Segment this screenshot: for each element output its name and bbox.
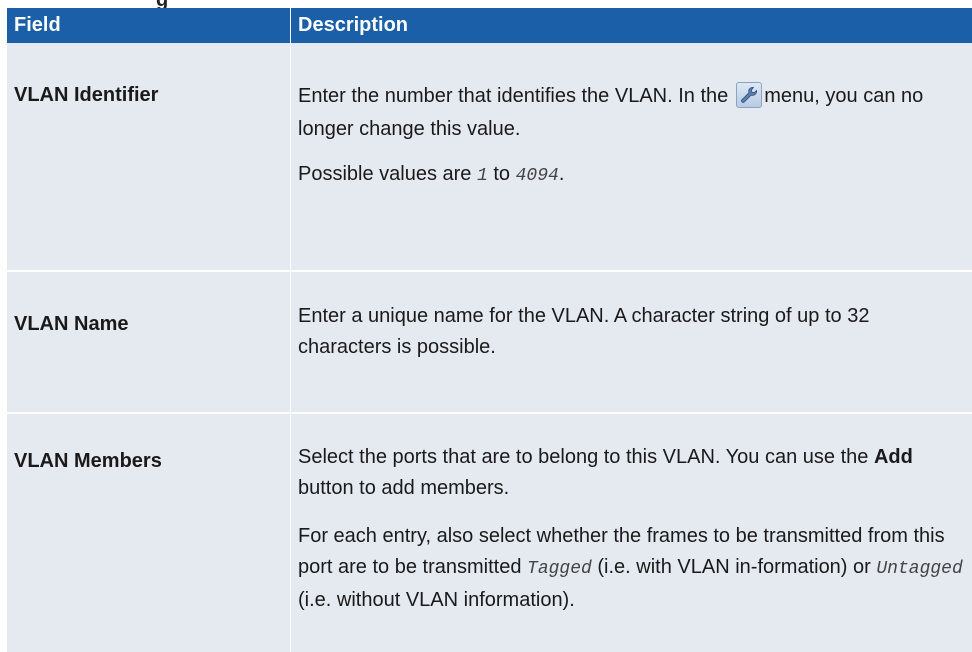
header-field: Field (7, 8, 291, 43)
field-description: Select the ports that are to belong to t… (291, 413, 972, 652)
field-name: VLAN Members (7, 413, 291, 652)
untagged-value: Untagged (876, 559, 962, 579)
field-name: VLAN Identifier (7, 43, 291, 271)
value-max: 4094 (516, 166, 559, 186)
description-paragraph: Possible values are 1 to 4094. (298, 158, 968, 193)
header-description: Description (291, 8, 972, 43)
field-description: Enter a unique name for the VLAN. A char… (291, 271, 972, 413)
value-min: 1 (477, 166, 488, 186)
document-page: g Field Description VLAN Identifier Ente… (0, 0, 972, 547)
description-paragraph: Enter the number that identifies the VLA… (298, 80, 968, 146)
clipped-heading: g (0, 0, 972, 8)
table-row: VLAN Identifier Enter the number that id… (7, 43, 972, 271)
table-row: VLAN Name Enter a unique name for the VL… (7, 271, 972, 413)
table-row: VLAN Members Select the ports that are t… (7, 413, 972, 652)
add-button-reference: Add (874, 446, 913, 468)
tagged-value: Tagged (527, 559, 592, 579)
description-paragraph: Select the ports that are to belong to t… (298, 442, 968, 504)
table-header-row: Field Description (7, 8, 972, 43)
field-description: Enter the number that identifies the VLA… (291, 43, 972, 271)
description-paragraph: Enter a unique name for the VLAN. A char… (298, 301, 968, 363)
field-description-table: Field Description VLAN Identifier Enter … (7, 8, 972, 652)
description-paragraph: For each entry, also select whether the … (298, 521, 968, 616)
field-name: VLAN Name (7, 271, 291, 413)
wrench-icon (736, 82, 762, 108)
